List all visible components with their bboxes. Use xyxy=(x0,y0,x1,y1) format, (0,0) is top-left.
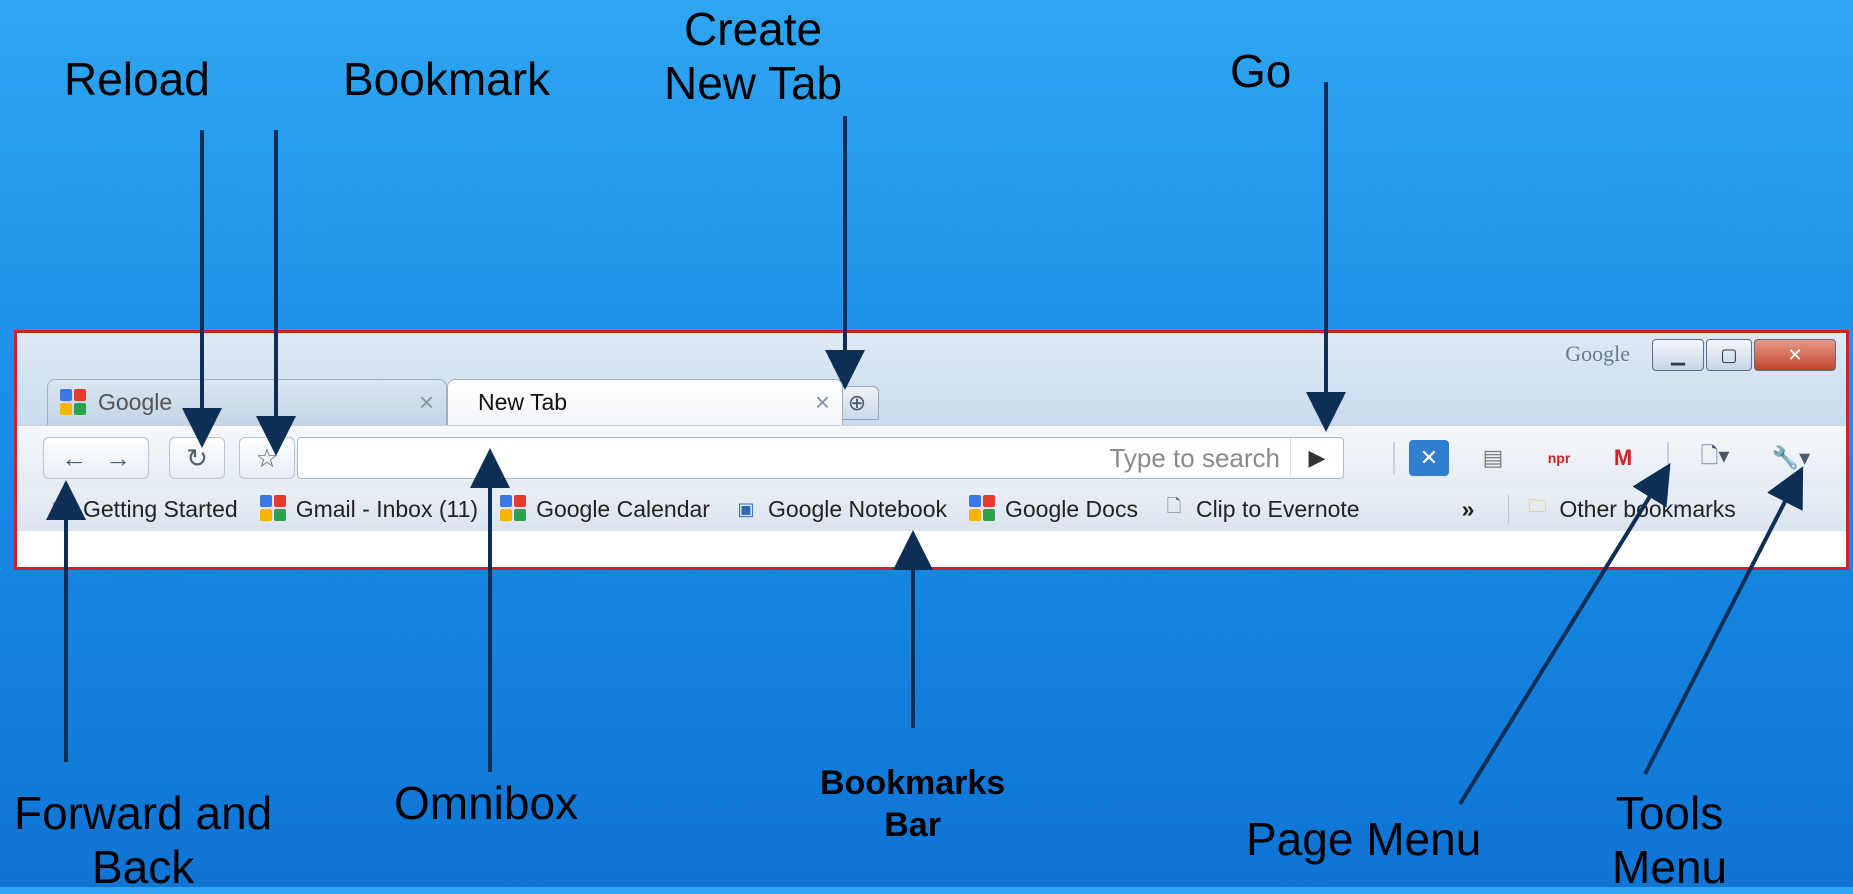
bookmark-google-notebook[interactable]: ▣ Google Notebook xyxy=(732,495,947,523)
notebook-icon: ▣ xyxy=(737,498,755,519)
plus-icon: ⊕ xyxy=(847,390,867,415)
callout-go: Go xyxy=(1230,45,1292,97)
reload-icon: ↻ xyxy=(186,442,208,473)
bookmark-label: Google Calendar xyxy=(536,495,710,522)
callout-page-menu: Page Menu xyxy=(1246,813,1482,865)
page-content xyxy=(17,531,1846,567)
star-icon: ☆ xyxy=(255,442,279,473)
callout-tools-line2: Menu xyxy=(1612,841,1728,893)
bookmark-google-calendar[interactable]: Google Calendar xyxy=(500,495,710,523)
callout-create-line1: Create xyxy=(684,3,823,55)
callout-omnibox: Omnibox xyxy=(394,777,579,829)
callout-forward-back-line2: Back xyxy=(91,841,195,893)
page-menu-button[interactable]: 🗋▾ xyxy=(1685,440,1745,476)
google-icon xyxy=(259,495,288,523)
callout-bookmarks-line1: Bookmarks xyxy=(820,764,1006,802)
tab-new-tab-label: New Tab xyxy=(478,389,568,415)
google-icon xyxy=(500,495,528,523)
tab-google[interactable]: Google × xyxy=(47,379,447,425)
browser-window: Google ▁ ▢ ✕ Google × New Tab × ⊕ ← → ↻ … xyxy=(14,330,1849,570)
google-icon xyxy=(60,388,88,417)
go-button[interactable]: ▶ xyxy=(1290,438,1343,478)
bookmark-label: Getting Started xyxy=(83,495,238,522)
toolbar: ← → ↻ ☆ ▶ ✕ ▤ npr M 🗋▾ 🔧▾ xyxy=(17,425,1846,488)
maximize-icon[interactable]: ▢ xyxy=(1706,339,1752,371)
bookmark-label: Gmail - Inbox (11) xyxy=(295,495,479,522)
bookmark-google-docs[interactable]: Google Docs xyxy=(968,495,1138,523)
bookmarks-overflow-chevron[interactable]: » xyxy=(1462,496,1475,523)
toolbar-separator-2 xyxy=(1667,442,1669,474)
bookmark-star-button[interactable]: ☆ xyxy=(239,437,295,479)
callout-tools-menu: Tools Menu xyxy=(1612,786,1727,894)
tools-menu-button[interactable]: 🔧▾ xyxy=(1761,440,1821,476)
callout-create-line2: New Tab xyxy=(664,57,843,109)
bookmark-label: Google Docs xyxy=(1004,495,1138,522)
tab-google-label: Google xyxy=(98,389,173,415)
page-icon: 🗋 xyxy=(1166,496,1182,516)
callout-bookmarks-bar: Bookmarks Bar xyxy=(820,762,1005,846)
extension-xmarks-icon[interactable]: ✕ xyxy=(1409,440,1449,476)
forward-icon[interactable]: → xyxy=(105,443,131,474)
extension-news-icon[interactable]: ▤ xyxy=(1473,440,1513,476)
tab-new-tab-close-icon[interactable]: × xyxy=(815,387,830,418)
callout-reload: Reload xyxy=(64,53,210,105)
bookmark-label: Clip to Evernote xyxy=(1195,495,1360,522)
back-forward-group: ← → xyxy=(43,437,149,479)
google-watermark: Google xyxy=(1565,341,1630,366)
tab-new-tab[interactable]: New Tab × xyxy=(447,379,843,425)
go-icon: ▶ xyxy=(1308,445,1326,470)
callout-bookmarks-line2: Bar xyxy=(884,806,941,844)
callout-forward-back-line1: Forward and xyxy=(14,787,273,839)
other-bookmarks-label: Other bookmarks xyxy=(1559,495,1736,522)
extension-npr-icon[interactable]: npr xyxy=(1539,440,1579,476)
bookmark-gmail-inbox[interactable]: Gmail - Inbox (11) xyxy=(259,495,479,523)
toolbar-separator xyxy=(1393,442,1395,474)
other-bookmarks-button[interactable]: 🗀 Other bookmarks xyxy=(1523,495,1735,523)
bookmark-label: Google Notebook xyxy=(767,495,947,522)
bookmark-clip-to-evernote[interactable]: 🗋 Clip to Evernote xyxy=(1160,495,1360,523)
ladybug-icon: 🐞 xyxy=(49,498,73,519)
wrench-icon: 🔧▾ xyxy=(1771,445,1811,470)
page-menu-icon: 🗋▾ xyxy=(1700,443,1730,468)
close-icon[interactable]: ✕ xyxy=(1754,339,1836,371)
reload-button[interactable]: ↻ xyxy=(169,437,225,479)
minimize-icon[interactable]: ▁ xyxy=(1652,339,1704,371)
extension-gmail-icon[interactable]: M xyxy=(1603,440,1643,476)
title-bar: Google ▁ ▢ ✕ xyxy=(17,333,1846,379)
callout-tools-line1: Tools xyxy=(1615,787,1724,839)
omnibox-input[interactable] xyxy=(298,439,1290,477)
back-icon[interactable]: ← xyxy=(61,443,87,474)
tab-google-close-icon[interactable]: × xyxy=(419,387,434,418)
google-icon xyxy=(968,495,997,523)
callout-bookmark: Bookmark xyxy=(343,53,551,105)
callout-forward-back: Forward and Back xyxy=(14,786,272,894)
omnibox[interactable]: ▶ xyxy=(297,437,1344,479)
bookmark-getting-started[interactable]: 🐞 Getting Started xyxy=(47,495,238,523)
bookmarks-bar: 🐞 Getting Started Gmail - Inbox (11) Goo… xyxy=(17,487,1846,531)
callout-create-new-tab: Create New Tab xyxy=(664,2,842,110)
folder-icon: 🗀 xyxy=(1528,496,1547,516)
bookmarks-separator xyxy=(1508,495,1510,523)
